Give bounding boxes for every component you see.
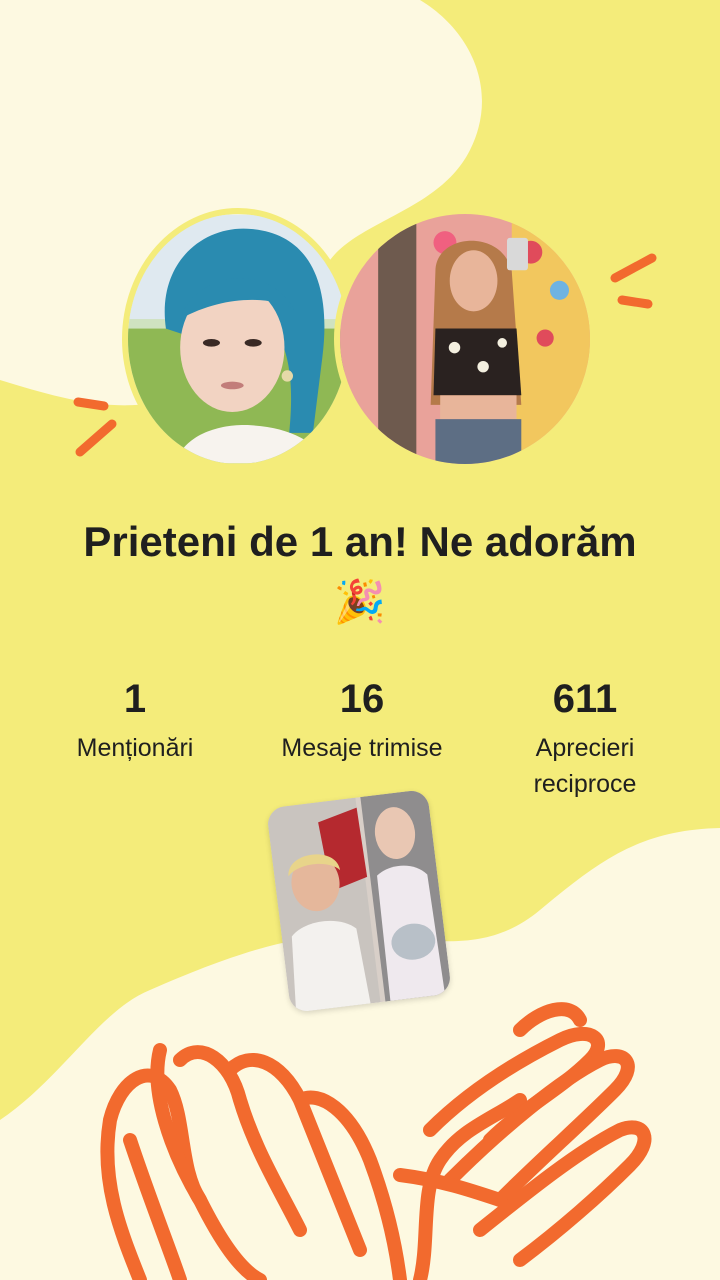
stat-likes: 611 Aprecieri reciproce [490, 676, 680, 802]
stat-likes-value: 611 [552, 677, 618, 721]
headline: Prieteni de 1 an! Ne adorăm 🎉 [83, 518, 637, 625]
stat-mentions: 1 Menționări [40, 676, 230, 766]
thumbnail-image [266, 788, 452, 1014]
stat-messages-label: Mesaje trimise [281, 734, 443, 762]
avatar-left-image [128, 214, 348, 464]
stat-messages: 16 Mesaje trimise [248, 676, 476, 766]
stat-mentions-value: 1 [123, 677, 147, 721]
shared-video-thumbnail[interactable] [266, 788, 452, 1014]
sparkle-lines-right [610, 253, 657, 309]
friend-avatar-right[interactable] [334, 208, 596, 470]
background-decoration [0, 0, 720, 1280]
sparkle-lines-left [73, 397, 117, 457]
stat-likes-label: Aprecieri reciproce [533, 734, 637, 798]
avatar-right-image [340, 214, 590, 464]
stat-mentions-label: Menționări [76, 734, 194, 762]
stat-messages-value: 16 [339, 677, 385, 721]
friend-avatar-left[interactable] [122, 208, 354, 470]
